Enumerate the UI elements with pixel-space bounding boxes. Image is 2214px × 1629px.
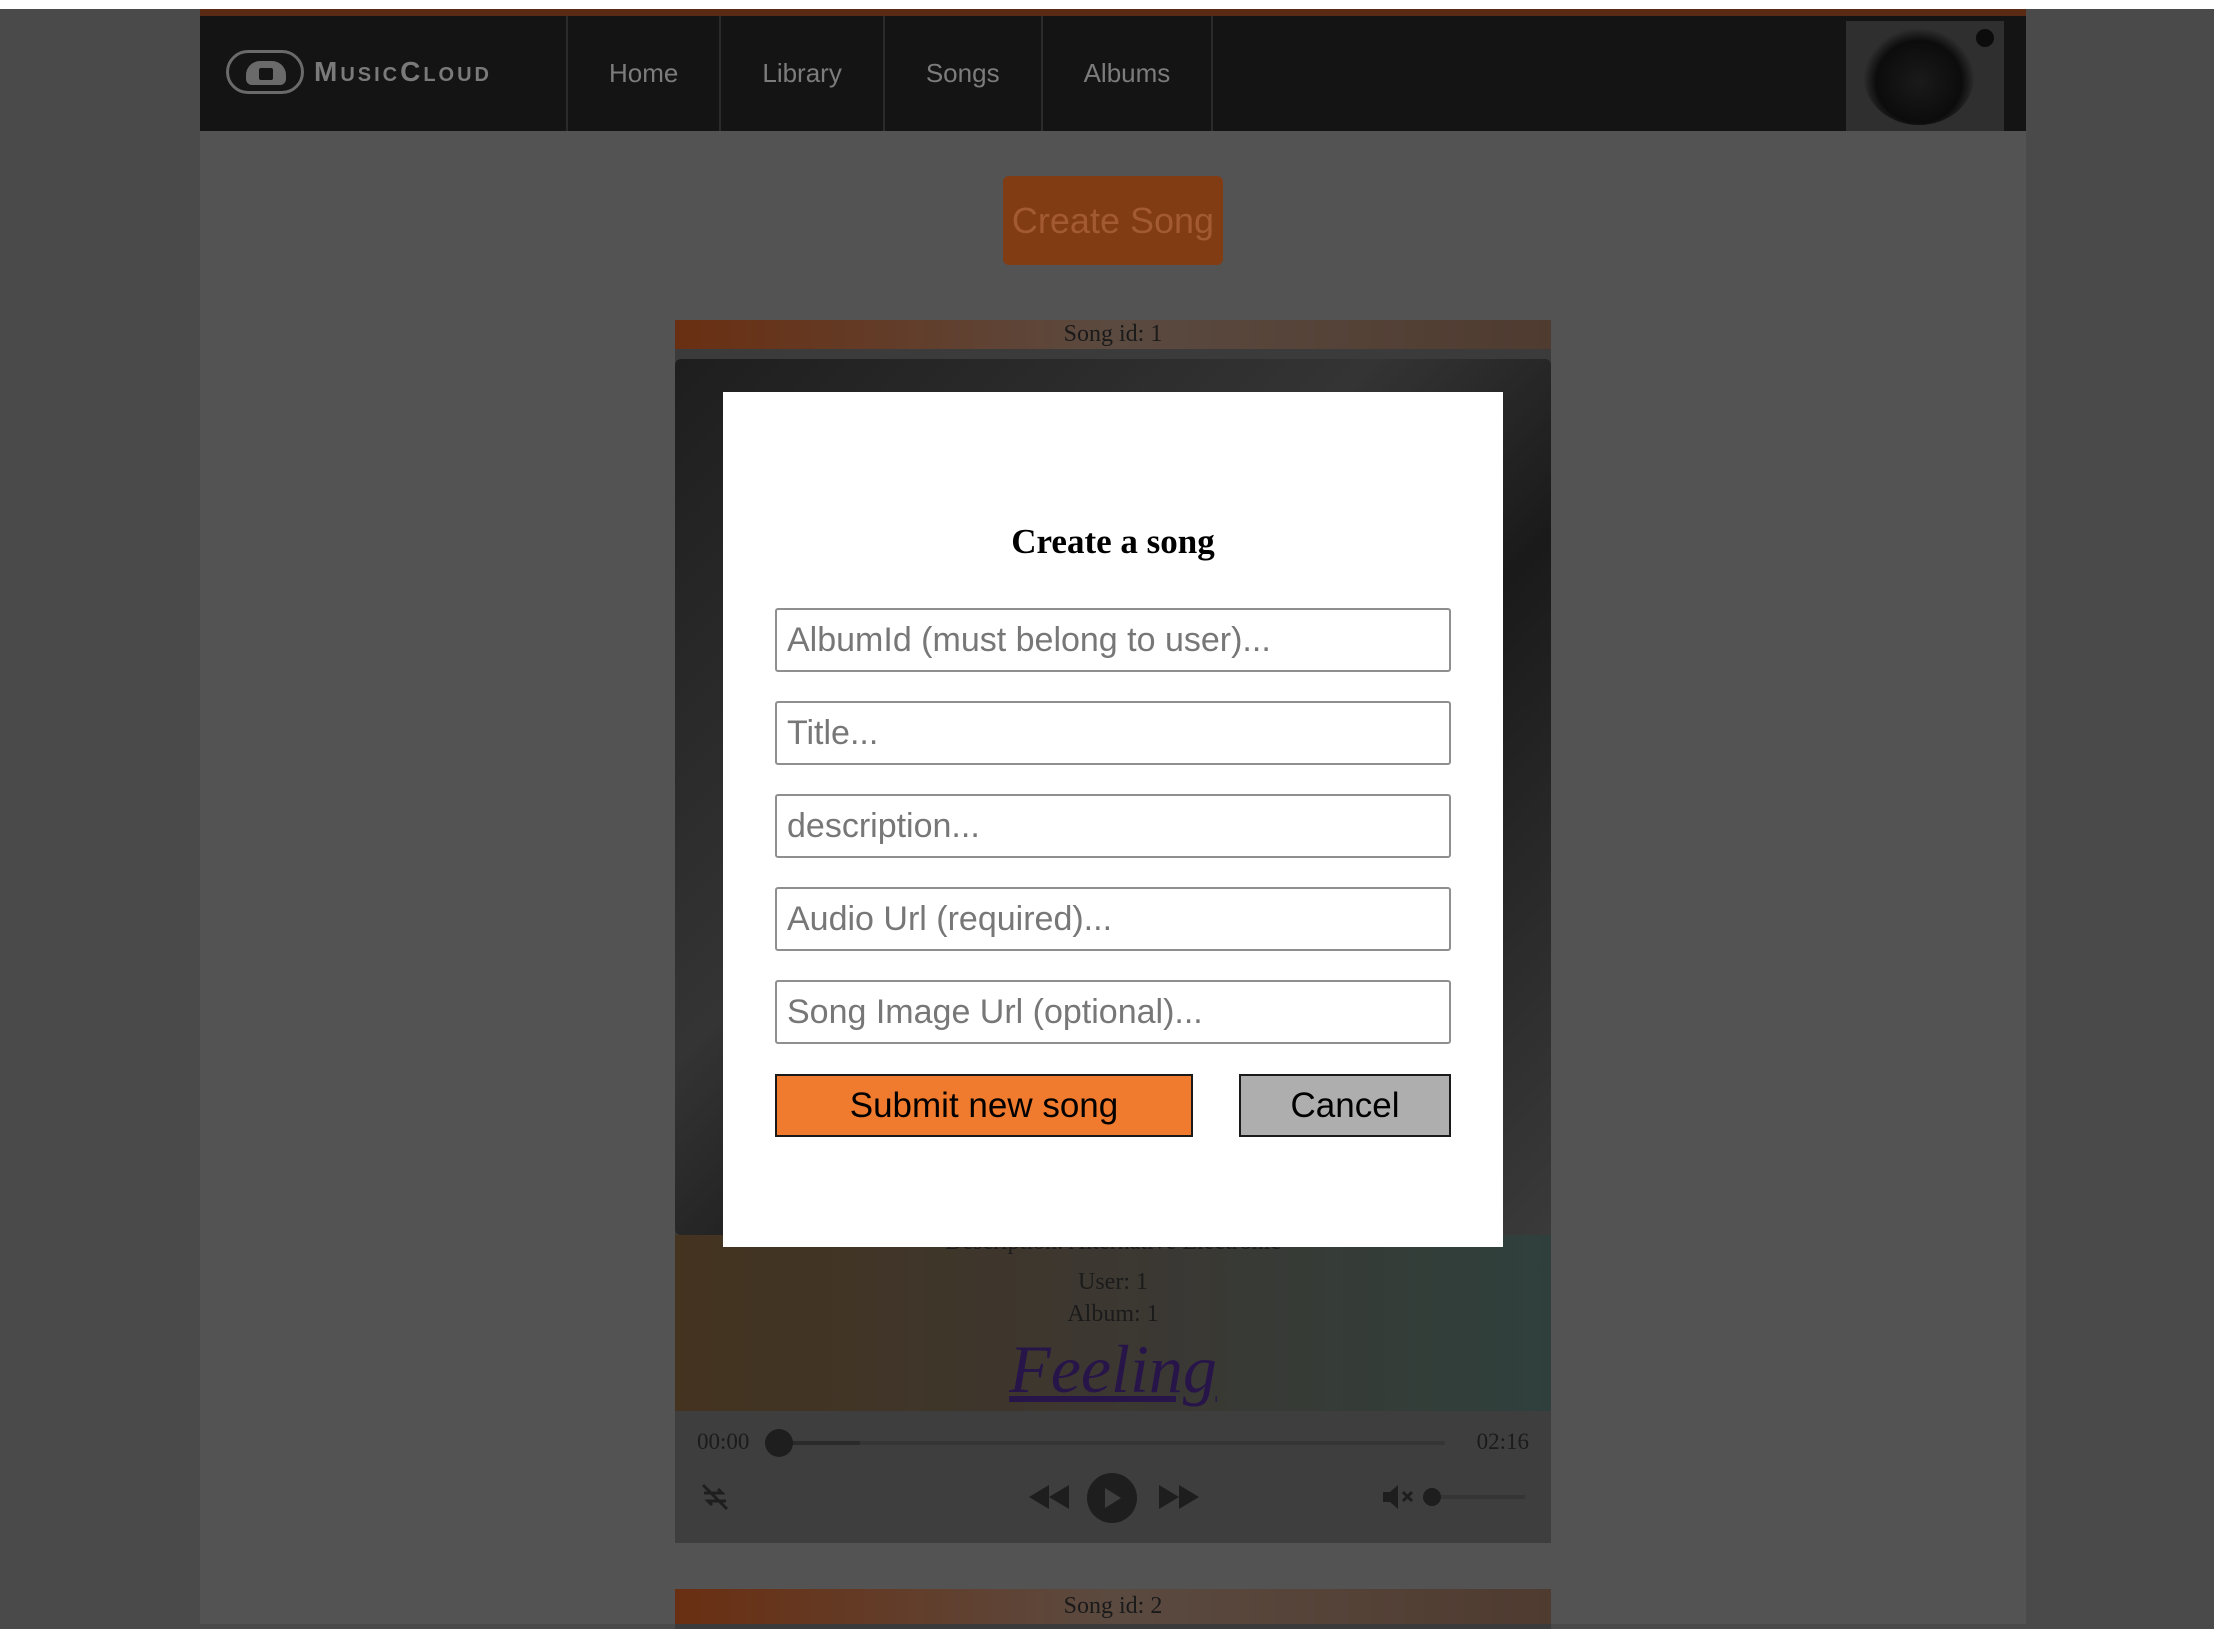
- play-button[interactable]: [1087, 1473, 1137, 1523]
- fast-forward-icon[interactable]: [1157, 1481, 1201, 1513]
- submit-new-song-button[interactable]: Submit new song: [775, 1074, 1193, 1137]
- progress-bar[interactable]: [765, 1429, 1445, 1457]
- user-avatar[interactable]: [1846, 21, 2004, 131]
- title-input[interactable]: [775, 701, 1451, 765]
- create-song-button[interactable]: Create Song: [1003, 176, 1223, 265]
- cancel-button[interactable]: Cancel: [1239, 1074, 1451, 1137]
- nav-library[interactable]: Library: [719, 16, 882, 131]
- volume-slider[interactable]: [1423, 1488, 1525, 1506]
- song-id-label: Song id: 2: [675, 1589, 1551, 1624]
- avatar-image: [1864, 29, 1974, 125]
- song-user: User: 1: [1078, 1269, 1148, 1295]
- song-id-label: Song id: 1: [675, 320, 1551, 349]
- play-icon: [1105, 1488, 1121, 1508]
- nav-songs[interactable]: Songs: [882, 16, 1041, 131]
- window-top-edge: [0, 0, 2214, 9]
- repeat-off-icon[interactable]: [699, 1481, 731, 1513]
- album-id-input[interactable]: [775, 608, 1451, 672]
- duration: 02:16: [1476, 1429, 1529, 1454]
- brand-logo[interactable]: MusicCloud: [226, 44, 492, 100]
- nav-home[interactable]: Home: [566, 16, 719, 131]
- song-card: Song id: 2: [675, 1589, 1551, 1629]
- user-circle-icon: [1976, 29, 1994, 47]
- song-album: Album: 1: [1067, 1301, 1159, 1327]
- current-time: 00:00: [697, 1429, 750, 1454]
- nav-links: Home Library Songs Albums: [566, 16, 1214, 131]
- create-song-modal: Create a song Submit new song Cancel: [723, 392, 1503, 1247]
- song-meta: Description: Alternative Electronic User…: [675, 1235, 1551, 1411]
- song-title-link[interactable]: Feeling: [675, 1330, 1551, 1409]
- volume-muted-icon[interactable]: [1381, 1481, 1415, 1513]
- modal-title: Create a song: [1011, 522, 1215, 561]
- audio-player: 00:00 02:16: [675, 1411, 1551, 1543]
- rewind-icon[interactable]: [1027, 1481, 1071, 1513]
- brand-name: MusicCloud: [314, 56, 492, 87]
- description-input[interactable]: [775, 794, 1451, 858]
- audio-url-input[interactable]: [775, 887, 1451, 951]
- song-image-url-input[interactable]: [775, 980, 1451, 1044]
- cloud-logo-icon: [226, 50, 304, 94]
- volume-knob[interactable]: [1423, 1488, 1441, 1506]
- nav-albums[interactable]: Albums: [1040, 16, 1214, 131]
- progress-knob[interactable]: [765, 1429, 793, 1457]
- navbar: MusicCloud Home Library Songs Albums: [200, 9, 2026, 131]
